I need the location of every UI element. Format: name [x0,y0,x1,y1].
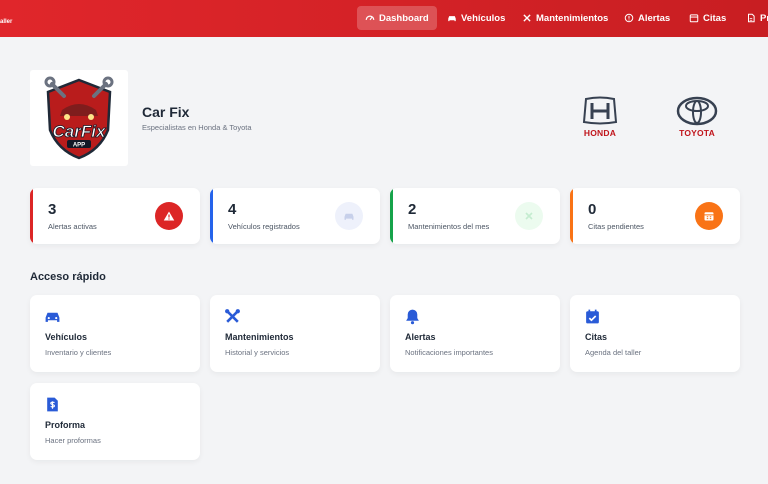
stat-icon-circle [515,202,543,230]
navbar-brand[interactable]: aller [0,19,12,25]
honda-logo: HONDA [580,96,620,138]
invoice-icon [44,396,61,413]
nav-proforma-label: Pr [760,12,768,24]
nav-dashboard[interactable]: Dashboard [357,6,437,30]
nav-citas[interactable]: Citas [681,6,734,30]
stat-mantenimientos[interactable]: 2 Mantenimientos del mes [390,188,560,244]
quick-card-desc: Inventario y clientes [45,348,112,357]
car-icon [448,16,456,22]
top-navbar: aller Dashboard Vehículos Mantenimientos… [0,0,768,37]
stat-accent-bar [30,188,33,244]
stat-icon-circle [335,202,363,230]
stat-vehiculos[interactable]: 4 Vehículos registrados [210,188,380,244]
honda-emblem-icon [582,96,618,125]
stat-label: Vehículos registrados [228,222,300,231]
nav-vehiculos[interactable]: Vehículos [439,6,513,30]
quick-card-title: Proforma [45,420,86,430]
nav-proforma[interactable]: Pr [738,6,768,30]
nav-citas-label: Citas [703,12,727,24]
car-icon [44,308,61,325]
logo-badge-text: APP [73,143,85,149]
quick-card-desc: Hacer proformas [45,436,101,445]
toyota-logo: TOYOTA [676,96,718,138]
quick-card-desc: Historial y servicios [225,348,290,357]
stat-accent-bar [390,188,393,244]
calendar-icon [704,212,714,221]
quick-access-title: Acceso rápido [30,271,106,283]
honda-wordmark: HONDA [583,128,617,138]
calendar-check-icon [584,308,601,325]
car-icon [344,213,354,220]
quick-card-title: Mantenimientos [225,332,294,342]
gauge-icon [365,15,375,21]
stat-alertas[interactable]: 3 Alertas activas [30,188,200,244]
document-icon [748,13,755,23]
toyota-wordmark: TOYOTA [679,128,715,138]
nav-alertas[interactable]: Alertas [616,6,678,30]
quick-card-desc: Notificaciones importantes [405,348,493,357]
stat-label: Mantenimientos del mes [408,222,490,231]
tools-icon [525,212,533,220]
bell-icon [404,308,421,325]
calendar-icon [689,14,699,23]
nav-mantenimientos[interactable]: Mantenimientos [514,6,616,30]
stat-label: Alertas activas [48,222,97,231]
stat-citas[interactable]: 0 Citas pendientes [570,188,740,244]
page-title: Car Fix [142,104,190,120]
logo-wordmark: CarFix [53,122,107,141]
tools-icon [224,308,241,325]
quick-card-mantenimientos[interactable]: Mantenimientos Historial y servicios [210,295,380,372]
carfix-logo-icon: CarFix APP [44,76,114,160]
nav-dashboard-label: Dashboard [379,12,429,24]
stat-icon-circle [695,202,723,230]
quick-card-vehiculos[interactable]: Vehículos Inventario y clientes [30,295,200,372]
stat-value: 0 [588,201,597,218]
quick-card-title: Citas [585,332,608,342]
toyota-emblem-icon [676,96,718,126]
alert-circle-icon [624,13,634,23]
quick-card-proforma[interactable]: Proforma Hacer proformas [30,383,200,460]
nav-mantenimientos-label: Mantenimientos [536,12,609,24]
tools-icon [523,14,531,22]
page-subtitle: Especialistas en Honda & Toyota [142,123,252,132]
quick-card-alertas[interactable]: Alertas Notificaciones importantes [390,295,560,372]
stat-value: 4 [228,201,237,218]
stat-value: 2 [408,201,417,218]
quick-card-citas[interactable]: Citas Agenda del taller [570,295,740,372]
warning-icon [163,211,175,221]
quick-card-desc: Agenda del taller [585,348,642,357]
stat-accent-bar [210,188,213,244]
nav-vehiculos-label: Vehículos [461,12,506,24]
quick-card-title: Vehículos [45,332,88,342]
stat-label: Citas pendientes [588,222,644,231]
stat-value: 3 [48,201,57,218]
nav-alertas-label: Alertas [638,12,671,24]
app-logo: CarFix APP [30,70,128,166]
stat-icon-circle [155,202,183,230]
stat-accent-bar [570,188,573,244]
quick-card-title: Alertas [405,332,436,342]
